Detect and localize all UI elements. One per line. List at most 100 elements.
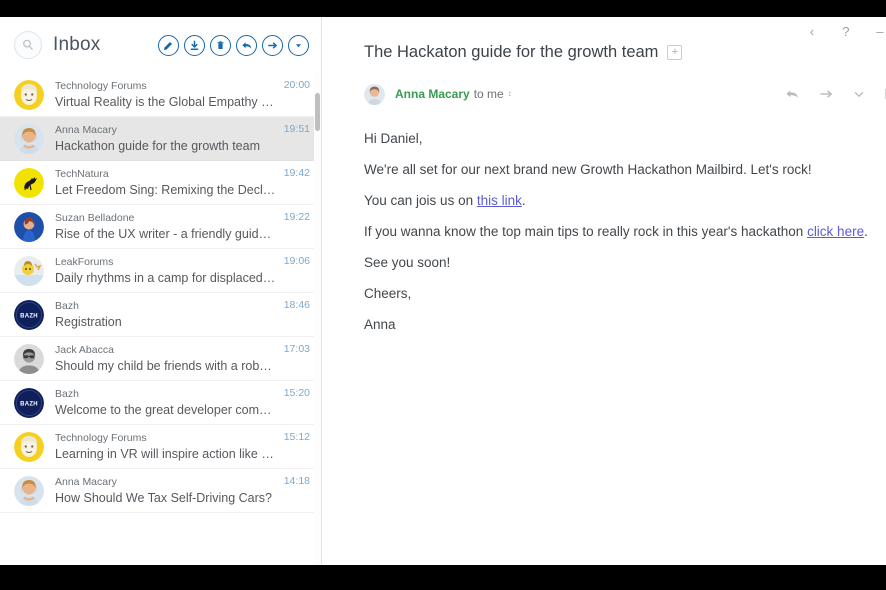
body-paragraph-1: We're all set for our next brand new Gro…	[364, 162, 812, 177]
avatar	[14, 123, 44, 154]
compose-button[interactable]	[158, 34, 179, 56]
body-p3-post: .	[864, 224, 868, 239]
message-subject: Hackathon guide for the growth team	[55, 139, 260, 153]
back-button[interactable]: ‹	[804, 23, 820, 39]
message-sender: TechNatura	[55, 168, 109, 180]
message-sender: LeakForums	[55, 256, 114, 268]
email-subject: The Hackaton guide for the growth team	[364, 43, 659, 61]
message-time: 19:51	[283, 123, 310, 135]
message-actions	[785, 88, 886, 100]
message-subject: Rise of the UX writer - a friendly guide…	[55, 227, 276, 241]
message-sender: Anna Macary	[55, 476, 117, 488]
reading-pane: ‹ ? – The Hackaton guide for the growth …	[322, 17, 886, 565]
body-signature: Anna	[364, 317, 396, 332]
help-button[interactable]: ?	[838, 23, 854, 39]
reply-button[interactable]	[236, 34, 257, 56]
message-sender: Bazh	[55, 300, 79, 312]
message-text: TechNatura Let Freedom Sing: Remixing the…	[55, 167, 276, 198]
message-text: Technology Forums Virtual Reality is the …	[55, 79, 276, 110]
forward-button[interactable]	[262, 34, 283, 56]
message-time: 17:03	[283, 343, 310, 355]
scrollbar-thumb[interactable]	[315, 93, 320, 131]
avatar	[14, 343, 44, 374]
reply-action[interactable]	[785, 88, 800, 100]
sender-bar: Anna Macary to me ↕	[322, 80, 886, 108]
subject-bar: The Hackaton guide for the growth team +	[322, 17, 886, 62]
details-toggle-icon[interactable]: ↕	[508, 90, 512, 98]
message-sender: Jack Abacca	[55, 344, 114, 356]
message-time: 19:42	[283, 167, 310, 179]
body-paragraph-4: See you soon!	[364, 255, 451, 270]
body-paragraph-3: If you wanna know the top main tips to r…	[364, 223, 868, 240]
recipient-label: to me	[473, 87, 504, 101]
message-subject: Daily rhythms in a camp for displaced pe…	[55, 271, 276, 285]
message-text: Suzan Belladone Rise of the UX writer - a…	[55, 211, 276, 242]
message-subject: How Should We Tax Self-Driving Cars?	[55, 491, 272, 505]
message-list-item[interactable]: Anna Macary How Should We Tax Self-Drivin…	[0, 469, 321, 513]
message-list-item[interactable]: BAZH Bazh Welcome to the great developer c…	[0, 381, 321, 425]
body-p2-pre: You can jois us on	[364, 193, 477, 208]
window-controls: ‹ ? –	[804, 23, 886, 39]
message-list-item[interactable]: BAZH Bazh Registration 18:46	[0, 293, 321, 337]
message-time: 20:00	[283, 79, 310, 91]
message-list[interactable]: Technology Forums Virtual Reality is the …	[0, 73, 321, 565]
message-subject: Let Freedom Sing: Remixing the Declarati…	[55, 183, 276, 197]
body-p2-post: .	[521, 193, 526, 208]
avatar	[14, 431, 44, 462]
list-toolbar	[158, 34, 309, 56]
message-sender: Bazh	[55, 388, 79, 400]
search-icon[interactable]	[14, 31, 42, 59]
avatar	[14, 255, 44, 286]
message-subject: Should my child be friends with a robot…	[55, 359, 276, 373]
message-list-item[interactable]: LeakForums Daily rhythms in a camp for di…	[0, 249, 321, 293]
message-sender: Anna Macary	[55, 124, 117, 136]
archive-button[interactable]	[184, 34, 205, 56]
delete-button[interactable]	[210, 34, 231, 56]
message-subject: Welcome to the great developer commu…	[55, 403, 276, 417]
svg-text:BAZH: BAZH	[20, 313, 38, 319]
this-link[interactable]: this link	[477, 193, 522, 208]
mail-client-window: Inbox Technology Forums Virtual Reality …	[0, 17, 886, 565]
message-list-pane: Inbox Technology Forums Virtual Reality …	[0, 17, 322, 565]
message-list-item[interactable]: Suzan Belladone Rise of the UX writer - a…	[0, 205, 321, 249]
message-text: LeakForums Daily rhythms in a camp for di…	[55, 255, 276, 286]
avatar: BAZH	[14, 387, 44, 418]
message-sender: Technology Forums	[55, 80, 147, 92]
message-text: Technology Forums Learning in VR will ins…	[55, 431, 276, 462]
message-time: 18:46	[283, 299, 310, 311]
body-p3-pre: If you wanna know the top main tips to r…	[364, 224, 808, 239]
body-greeting: Hi Daniel,	[364, 131, 423, 146]
click-here-link[interactable]: click here	[807, 224, 864, 239]
message-list-scrollbar[interactable]	[314, 73, 321, 565]
message-list-item[interactable]: Anna Macary Hackathon guide for the growt…	[0, 117, 321, 161]
sender-name: Anna Macary	[395, 87, 470, 101]
message-sender: Technology Forums	[55, 432, 147, 444]
message-time: 19:22	[283, 211, 310, 223]
page-title: Inbox	[53, 34, 101, 55]
more-button[interactable]	[288, 34, 309, 56]
message-sender: Suzan Belladone	[55, 212, 135, 224]
message-list-item[interactable]: TechNatura Let Freedom Sing: Remixing the…	[0, 161, 321, 205]
forward-action[interactable]	[819, 88, 834, 100]
more-action[interactable]	[853, 89, 865, 99]
message-time: 15:20	[283, 387, 310, 399]
body-paragraph-2: You can jois us on this link.	[364, 192, 868, 209]
message-text: Anna Macary Hackathon guide for the growt…	[55, 123, 276, 154]
message-time: 15:12	[283, 431, 310, 443]
message-list-item[interactable]: Technology Forums Learning in VR will ins…	[0, 425, 321, 469]
message-subject: Registration	[55, 315, 122, 329]
avatar	[364, 83, 385, 105]
avatar	[14, 79, 44, 110]
minimize-button[interactable]: –	[872, 23, 886, 39]
avatar	[14, 211, 44, 242]
message-time: 14:18	[283, 475, 310, 487]
message-text: Bazh Welcome to the great developer commu…	[55, 387, 276, 418]
message-list-item[interactable]: Jack Abacca Should my child be friends wi…	[0, 337, 321, 381]
message-text: Bazh Registration	[55, 299, 276, 330]
svg-text:BAZH: BAZH	[20, 401, 38, 407]
message-list-item[interactable]: Technology Forums Virtual Reality is the …	[0, 73, 321, 117]
message-text: Anna Macary How Should We Tax Self-Drivin…	[55, 475, 276, 506]
avatar	[14, 167, 44, 198]
email-body: Hi Daniel, We're all set for our next br…	[322, 108, 886, 565]
add-tag-button[interactable]: +	[667, 45, 683, 60]
